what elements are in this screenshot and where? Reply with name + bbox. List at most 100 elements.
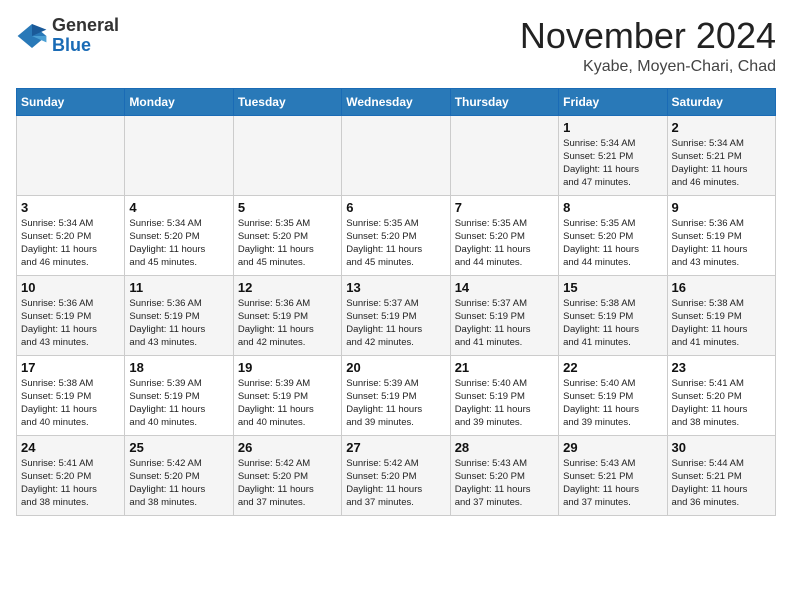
day-info: Sunrise: 5:40 AM Sunset: 5:19 PM Dayligh… <box>455 377 554 430</box>
day-info: Sunrise: 5:39 AM Sunset: 5:19 PM Dayligh… <box>346 377 445 430</box>
calendar-cell: 4 Sunrise: 5:34 AM Sunset: 5:20 PM Daylig… <box>125 195 233 275</box>
title-block: November 2024 Kyabe, Moyen-Chari, Chad <box>520 16 776 76</box>
month-title: November 2024 <box>520 16 776 56</box>
day-info: Sunrise: 5:35 AM Sunset: 5:20 PM Dayligh… <box>346 217 445 270</box>
calendar-cell <box>233 115 341 195</box>
day-number: 17 <box>21 360 120 375</box>
day-info: Sunrise: 5:43 AM Sunset: 5:20 PM Dayligh… <box>455 457 554 510</box>
day-header-monday: Monday <box>125 88 233 115</box>
day-info: Sunrise: 5:39 AM Sunset: 5:19 PM Dayligh… <box>129 377 228 430</box>
day-number: 21 <box>455 360 554 375</box>
day-number: 23 <box>672 360 771 375</box>
calendar-cell: 20Sunrise: 5:39 AM Sunset: 5:19 PM Dayli… <box>342 355 450 435</box>
day-number: 24 <box>21 440 120 455</box>
day-header-tuesday: Tuesday <box>233 88 341 115</box>
day-info: Sunrise: 5:34 AM Sunset: 5:20 PM Dayligh… <box>129 217 228 270</box>
calendar-cell: 24Sunrise: 5:41 AM Sunset: 5:20 PM Dayli… <box>17 435 125 515</box>
header-row: SundayMondayTuesdayWednesdayThursdayFrid… <box>17 88 776 115</box>
calendar-cell: 2 Sunrise: 5:34 AM Sunset: 5:21 PM Daylig… <box>667 115 775 195</box>
day-info: Sunrise: 5:38 AM Sunset: 5:19 PM Dayligh… <box>672 297 771 350</box>
day-info: Sunrise: 5:38 AM Sunset: 5:19 PM Dayligh… <box>563 297 662 350</box>
week-row-3: 10 Sunrise: 5:36 AM Sunset: 5:19 PM Dayli… <box>17 275 776 355</box>
day-number: 25 <box>129 440 228 455</box>
calendar-cell: 1Sunrise: 5:34 AM Sunset: 5:21 PM Daylig… <box>559 115 667 195</box>
calendar-cell <box>17 115 125 195</box>
week-row-1: 1 Sunrise: 5:34 AM Sunset: 5:21 PM Daylig… <box>17 115 776 195</box>
day-info: Sunrise: 5:43 AM Sunset: 5:21 PM Dayligh… <box>563 457 662 510</box>
calendar-cell: 8 Sunrise: 5:35 AM Sunset: 5:20 PM Daylig… <box>559 195 667 275</box>
calendar-cell: 6Sunrise: 5:35 AM Sunset: 5:20 PM Daylig… <box>342 195 450 275</box>
day-info: Sunrise: 5:35 AM Sunset: 5:20 PM Dayligh… <box>455 217 554 270</box>
day-number: 4 <box>129 200 228 215</box>
day-info: Sunrise: 5:34 AM Sunset: 5:21 PM Dayligh… <box>672 137 771 190</box>
day-number: 3 <box>21 200 120 215</box>
day-number: 1 <box>563 120 662 135</box>
calendar-body: 1 Sunrise: 5:34 AM Sunset: 5:21 PM Daylig… <box>17 115 776 515</box>
calendar-cell: 17 Sunrise: 5:38 AM Sunset: 5:19 PM Dayli… <box>17 355 125 435</box>
week-row-4: 17 Sunrise: 5:38 AM Sunset: 5:19 PM Dayli… <box>17 355 776 435</box>
day-number: 29 <box>563 440 662 455</box>
day-info: Sunrise: 5:36 AM Sunset: 5:19 PM Dayligh… <box>21 297 120 350</box>
calendar-cell <box>125 115 233 195</box>
calendar-cell: 10 Sunrise: 5:36 AM Sunset: 5:19 PM Dayli… <box>17 275 125 355</box>
day-info: Sunrise: 5:42 AM Sunset: 5:20 PM Dayligh… <box>129 457 228 510</box>
calendar-cell: 29 Sunrise: 5:43 AM Sunset: 5:21 PM Dayli… <box>559 435 667 515</box>
day-number: 16 <box>672 280 771 295</box>
calendar-cell: 3 Sunrise: 5:34 AM Sunset: 5:20 PM Daylig… <box>17 195 125 275</box>
day-number: 19 <box>238 360 337 375</box>
day-info: Sunrise: 5:38 AM Sunset: 5:19 PM Dayligh… <box>21 377 120 430</box>
calendar-cell: 14Sunrise: 5:37 AM Sunset: 5:19 PM Dayli… <box>450 275 558 355</box>
day-info: Sunrise: 5:36 AM Sunset: 5:19 PM Dayligh… <box>129 297 228 350</box>
day-header-sunday: Sunday <box>17 88 125 115</box>
calendar-cell: 27 Sunrise: 5:42 AM Sunset: 5:20 PM Dayli… <box>342 435 450 515</box>
day-number: 18 <box>129 360 228 375</box>
calendar-cell: 5Sunrise: 5:35 AM Sunset: 5:20 PM Daylig… <box>233 195 341 275</box>
day-number: 10 <box>21 280 120 295</box>
calendar-header: SundayMondayTuesdayWednesdayThursdayFrid… <box>17 88 776 115</box>
calendar-cell <box>342 115 450 195</box>
day-info: Sunrise: 5:41 AM Sunset: 5:20 PM Dayligh… <box>672 377 771 430</box>
day-number: 13 <box>346 280 445 295</box>
day-info: Sunrise: 5:42 AM Sunset: 5:20 PM Dayligh… <box>346 457 445 510</box>
day-info: Sunrise: 5:37 AM Sunset: 5:19 PM Dayligh… <box>346 297 445 350</box>
calendar-cell: 26 Sunrise: 5:42 AM Sunset: 5:20 PM Dayli… <box>233 435 341 515</box>
week-row-5: 24Sunrise: 5:41 AM Sunset: 5:20 PM Dayli… <box>17 435 776 515</box>
day-number: 2 <box>672 120 771 135</box>
day-number: 11 <box>129 280 228 295</box>
day-header-friday: Friday <box>559 88 667 115</box>
day-header-saturday: Saturday <box>667 88 775 115</box>
day-info: Sunrise: 5:39 AM Sunset: 5:19 PM Dayligh… <box>238 377 337 430</box>
day-info: Sunrise: 5:40 AM Sunset: 5:19 PM Dayligh… <box>563 377 662 430</box>
day-info: Sunrise: 5:34 AM Sunset: 5:20 PM Dayligh… <box>21 217 120 270</box>
day-number: 14 <box>455 280 554 295</box>
day-number: 28 <box>455 440 554 455</box>
logo-blue: Blue <box>52 35 91 55</box>
calendar-cell: 11 Sunrise: 5:36 AM Sunset: 5:19 PM Dayli… <box>125 275 233 355</box>
day-number: 7 <box>455 200 554 215</box>
page-header: General Blue November 2024 Kyabe, Moyen-… <box>16 16 776 76</box>
day-info: Sunrise: 5:36 AM Sunset: 5:19 PM Dayligh… <box>672 217 771 270</box>
day-number: 26 <box>238 440 337 455</box>
calendar-cell: 23 Sunrise: 5:41 AM Sunset: 5:20 PM Dayli… <box>667 355 775 435</box>
day-info: Sunrise: 5:42 AM Sunset: 5:20 PM Dayligh… <box>238 457 337 510</box>
logo-general: General <box>52 15 119 35</box>
calendar-cell: 18 Sunrise: 5:39 AM Sunset: 5:19 PM Dayli… <box>125 355 233 435</box>
calendar-table: SundayMondayTuesdayWednesdayThursdayFrid… <box>16 88 776 516</box>
day-number: 9 <box>672 200 771 215</box>
day-number: 30 <box>672 440 771 455</box>
calendar-cell <box>450 115 558 195</box>
location-subtitle: Kyabe, Moyen-Chari, Chad <box>520 58 776 76</box>
day-number: 8 <box>563 200 662 215</box>
calendar-cell: 30Sunrise: 5:44 AM Sunset: 5:21 PM Dayli… <box>667 435 775 515</box>
calendar-cell: 25 Sunrise: 5:42 AM Sunset: 5:20 PM Dayli… <box>125 435 233 515</box>
calendar-cell: 13 Sunrise: 5:37 AM Sunset: 5:19 PM Dayli… <box>342 275 450 355</box>
day-info: Sunrise: 5:35 AM Sunset: 5:20 PM Dayligh… <box>238 217 337 270</box>
calendar-cell: 21 Sunrise: 5:40 AM Sunset: 5:19 PM Dayli… <box>450 355 558 435</box>
day-number: 27 <box>346 440 445 455</box>
calendar-cell: 7 Sunrise: 5:35 AM Sunset: 5:20 PM Daylig… <box>450 195 558 275</box>
week-row-2: 3 Sunrise: 5:34 AM Sunset: 5:20 PM Daylig… <box>17 195 776 275</box>
calendar-cell: 9 Sunrise: 5:36 AM Sunset: 5:19 PM Daylig… <box>667 195 775 275</box>
day-number: 15 <box>563 280 662 295</box>
calendar-cell: 28 Sunrise: 5:43 AM Sunset: 5:20 PM Dayli… <box>450 435 558 515</box>
day-info: Sunrise: 5:35 AM Sunset: 5:20 PM Dayligh… <box>563 217 662 270</box>
